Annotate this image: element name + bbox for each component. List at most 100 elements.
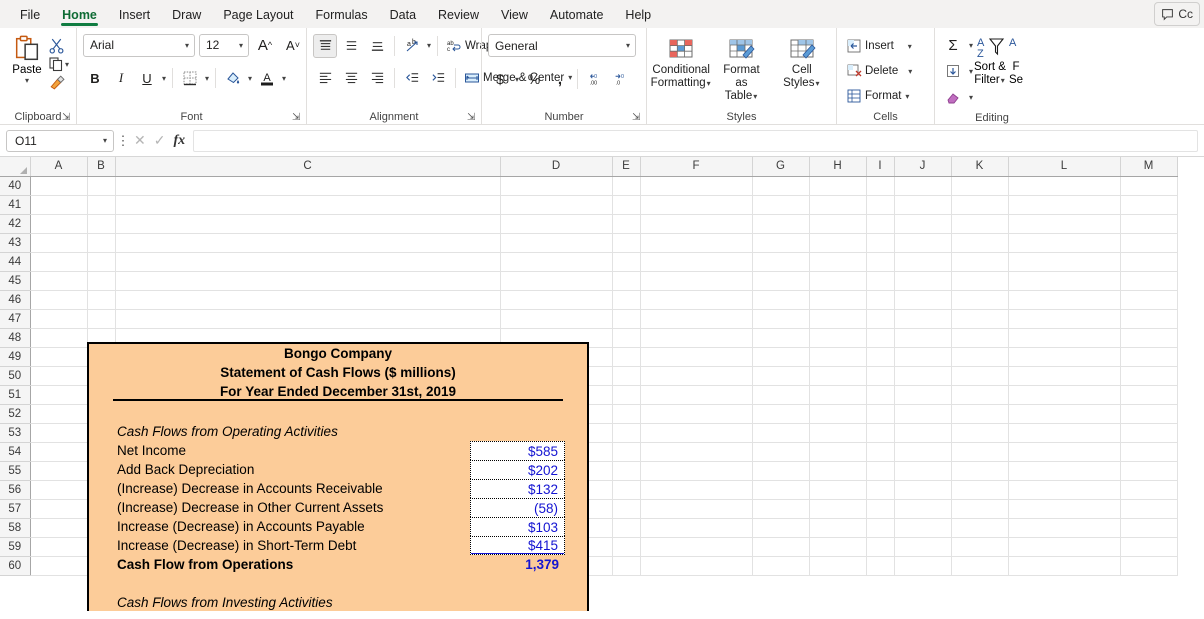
grid-cell[interactable] xyxy=(1120,404,1177,423)
name-box[interactable]: O11 ▾ xyxy=(6,130,114,152)
increase-decimal-button[interactable]: 0 .00 xyxy=(583,67,607,91)
grid-cell[interactable] xyxy=(1008,385,1120,404)
grid-cell[interactable] xyxy=(752,480,809,499)
grid-cell[interactable] xyxy=(640,347,752,366)
grid-cell[interactable] xyxy=(115,214,500,233)
grid-cell[interactable] xyxy=(640,537,752,556)
font-dialog-launcher[interactable]: ⇲ xyxy=(292,111,304,125)
decrease-font-size-button[interactable]: A˅ xyxy=(281,33,305,57)
grid-cell[interactable] xyxy=(640,290,752,309)
copy-icon[interactable] xyxy=(48,56,64,72)
grid-cell[interactable] xyxy=(1120,499,1177,518)
grid-cell[interactable] xyxy=(809,537,866,556)
row-header-44[interactable]: 44 xyxy=(0,252,30,271)
grid-cell[interactable] xyxy=(809,461,866,480)
number-format-select[interactable]: General ▾ xyxy=(488,34,636,57)
grid-cell[interactable] xyxy=(30,556,87,575)
grid-cell[interactable] xyxy=(87,252,115,271)
grid-cell[interactable] xyxy=(866,556,894,575)
grid-cell[interactable] xyxy=(894,252,951,271)
paste-chevron-down-icon[interactable]: ▾ xyxy=(24,76,30,85)
grid-cell[interactable] xyxy=(30,404,87,423)
grid-cell[interactable] xyxy=(866,442,894,461)
grid-cell[interactable] xyxy=(1008,271,1120,290)
clipboard-dialog-launcher[interactable]: ⇲ xyxy=(62,111,74,125)
grid-cell[interactable] xyxy=(894,461,951,480)
grid-cell[interactable] xyxy=(30,518,87,537)
grid-cell[interactable] xyxy=(1008,366,1120,385)
grid-cell[interactable] xyxy=(115,309,500,328)
grid-cell[interactable] xyxy=(809,442,866,461)
delete-chevron-down-icon[interactable]: ▾ xyxy=(907,67,913,76)
column-header-j[interactable]: J xyxy=(894,157,951,176)
grid-cell[interactable] xyxy=(1008,518,1120,537)
grid-cell[interactable] xyxy=(1120,461,1177,480)
grid-cell[interactable] xyxy=(612,176,640,195)
grid-cell[interactable] xyxy=(752,385,809,404)
comments-button[interactable]: Cc xyxy=(1154,2,1200,26)
grid-cell[interactable] xyxy=(640,442,752,461)
underline-button[interactable]: U xyxy=(135,66,159,90)
grid-cell[interactable] xyxy=(752,309,809,328)
value-net-income[interactable]: $585 xyxy=(470,441,565,460)
spreadsheet-grid[interactable]: A B C D E F G H I J K L M 40414243444546… xyxy=(0,157,1204,611)
cancel-entry-icon[interactable]: ✕ xyxy=(134,132,146,149)
grid-cell[interactable] xyxy=(752,271,809,290)
grid-cell[interactable] xyxy=(866,537,894,556)
grid-cell[interactable] xyxy=(1008,290,1120,309)
tab-formulas[interactable]: Formulas xyxy=(306,4,378,25)
grid-cell[interactable] xyxy=(115,176,500,195)
fill-color-chevron-down-icon[interactable]: ▾ xyxy=(247,74,253,83)
grid-cell[interactable] xyxy=(951,442,1008,461)
grid-cell[interactable] xyxy=(87,309,115,328)
grid-cell[interactable] xyxy=(951,214,1008,233)
decrease-indent-button[interactable] xyxy=(400,66,424,90)
row-header-60[interactable]: 60 xyxy=(0,556,30,575)
copy-chevron-down-icon[interactable]: ▾ xyxy=(64,60,70,69)
grid-cell[interactable] xyxy=(612,252,640,271)
grid-cell[interactable] xyxy=(1120,366,1177,385)
tab-data[interactable]: Data xyxy=(380,4,426,25)
grid-cell[interactable] xyxy=(809,499,866,518)
row-header-41[interactable]: 41 xyxy=(0,195,30,214)
font-size-chevron-down-icon[interactable]: ▾ xyxy=(238,41,244,50)
grid-cell[interactable] xyxy=(30,271,87,290)
grid-cell[interactable] xyxy=(1008,499,1120,518)
format-painter-icon[interactable] xyxy=(48,74,65,91)
grid-cell[interactable] xyxy=(612,537,640,556)
row-header-58[interactable]: 58 xyxy=(0,518,30,537)
grid-cell[interactable] xyxy=(809,290,866,309)
grid-cell[interactable] xyxy=(809,347,866,366)
grid-cell[interactable] xyxy=(866,518,894,537)
column-header-k[interactable]: K xyxy=(951,157,1008,176)
grid-cell[interactable] xyxy=(1008,195,1120,214)
grid-cell[interactable] xyxy=(1008,404,1120,423)
bold-button[interactable]: B xyxy=(83,66,107,90)
grid-cell[interactable] xyxy=(1120,252,1177,271)
grid-cell[interactable] xyxy=(951,309,1008,328)
grid-cell[interactable] xyxy=(866,385,894,404)
row-header-40[interactable]: 40 xyxy=(0,176,30,195)
grid-cell[interactable] xyxy=(894,176,951,195)
grid-cell[interactable] xyxy=(1008,309,1120,328)
name-box-chevron-down-icon[interactable]: ▾ xyxy=(102,136,108,145)
grid-cell[interactable] xyxy=(30,309,87,328)
grid-cell[interactable] xyxy=(894,442,951,461)
grid-cell[interactable] xyxy=(1008,423,1120,442)
grid-cell[interactable] xyxy=(866,480,894,499)
row-header-59[interactable]: 59 xyxy=(0,537,30,556)
grid-cell[interactable] xyxy=(30,290,87,309)
paste-button[interactable]: Paste ▾ xyxy=(6,34,48,85)
grid-cell[interactable] xyxy=(500,309,612,328)
align-middle-button[interactable] xyxy=(339,34,363,58)
grid-cell[interactable] xyxy=(1008,252,1120,271)
comma-format-button[interactable]: , xyxy=(548,67,572,91)
row-header-55[interactable]: 55 xyxy=(0,461,30,480)
row-header-42[interactable]: 42 xyxy=(0,214,30,233)
grid-cell[interactable] xyxy=(500,195,612,214)
grid-cell[interactable] xyxy=(612,347,640,366)
grid-cell[interactable] xyxy=(1008,537,1120,556)
column-header-m[interactable]: M xyxy=(1120,157,1177,176)
grid-cell[interactable] xyxy=(640,176,752,195)
grid-cell[interactable] xyxy=(866,499,894,518)
